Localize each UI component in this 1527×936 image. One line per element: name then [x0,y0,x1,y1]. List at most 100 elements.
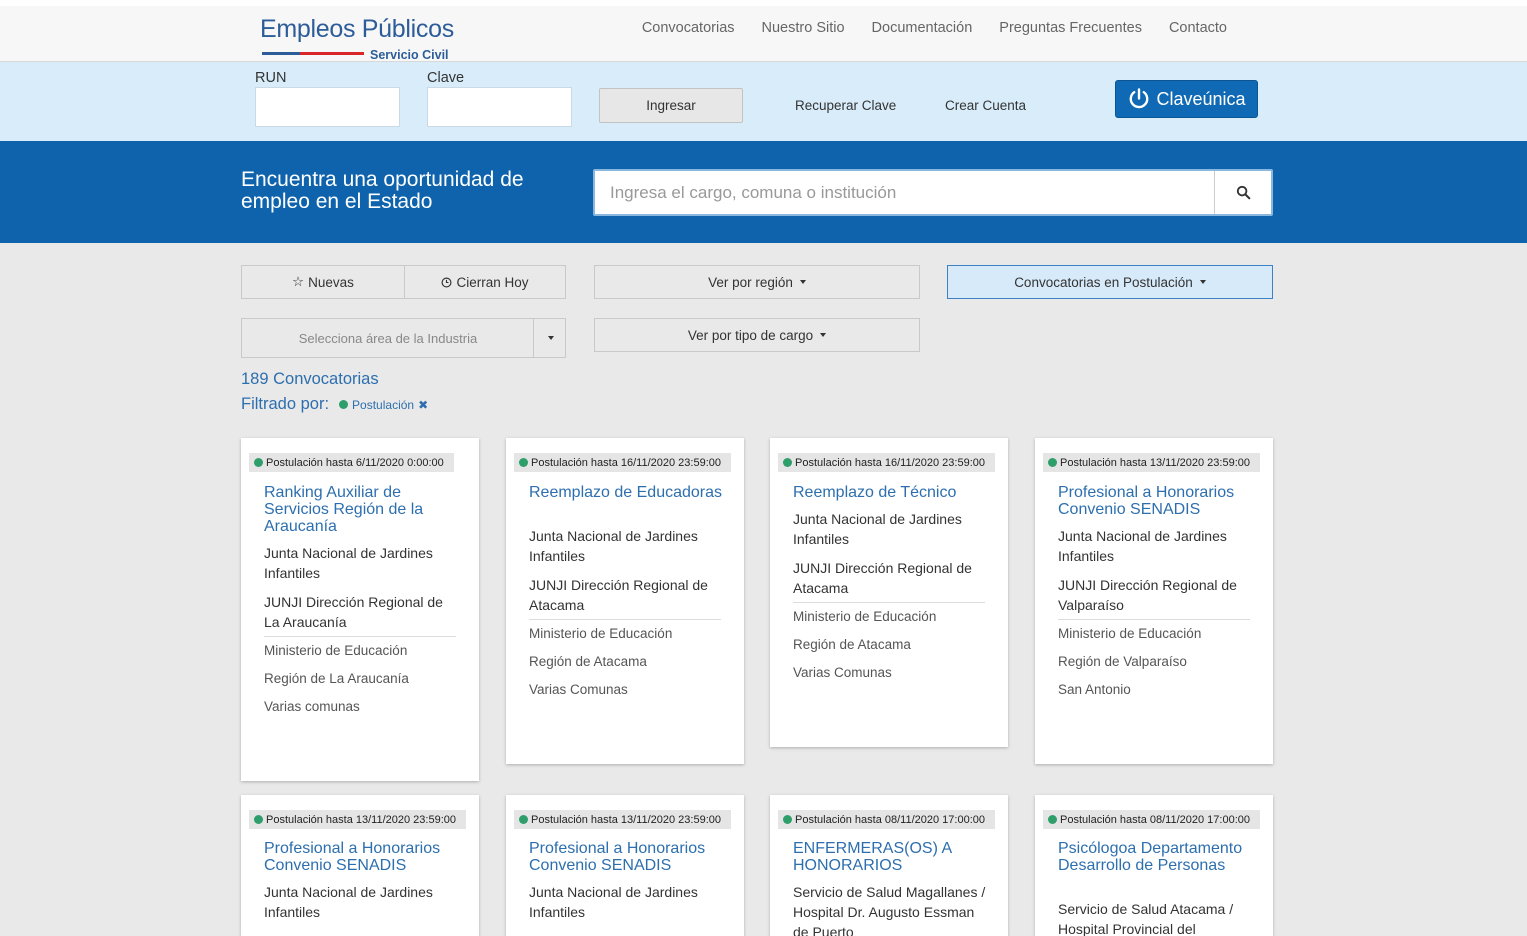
results-count: 189 Convocatorias [241,370,379,388]
caret-down-icon [548,336,554,340]
job-title[interactable]: Profesional a Honorarios Convenio SENADI… [1058,484,1258,518]
deadline-text: Postulación hasta 08/11/2020 17:00:00 [1060,813,1251,826]
job-card[interactable]: Postulación hasta 13/11/2020 23:59:00 Pr… [506,795,744,936]
status-dot-icon [254,815,263,824]
status-dot-icon [339,400,349,409]
region: Región de Atacama [793,637,911,652]
search-hero: Encuentra una oportunidad de empleo en e… [0,141,1527,243]
nav-nuestro-sitio[interactable]: Nuestro Sitio [762,20,845,36]
region: Región de Atacama [529,654,647,669]
region-dropdown-label: Ver por región [708,274,793,290]
deadline-badge: Postulación hasta 6/11/2020 0:00:00 [249,453,454,472]
search-icon [1236,185,1250,200]
commune: San Antonio [1058,682,1131,697]
claveunica-button[interactable]: Claveúnica [1115,80,1258,118]
search-input[interactable] [595,171,1215,214]
star-icon: ☆ [292,274,305,289]
recover-password-link[interactable]: Recuperar Clave [795,98,896,113]
job-title[interactable]: Ranking Auxiliar de Servicios Región de … [264,484,464,535]
nav-preguntas-frecuentes[interactable]: Preguntas Frecuentes [999,20,1142,36]
power-icon [1130,88,1149,109]
job-card[interactable]: Postulación hasta 08/11/2020 17:00:00 Ps… [1035,795,1273,936]
job-card[interactable]: Postulación hasta 13/11/2020 23:59:00 Pr… [1035,438,1273,764]
deadline-text: Postulación hasta 13/11/2020 23:59:00 [531,813,722,826]
job-type-label: Ver por tipo de cargo [687,327,814,343]
deadline-badge: Postulación hasta 16/11/2020 23:59:00 [778,453,996,472]
institution: Junta Nacional de Jardines Infantiles [264,545,433,581]
filter-closing-today-button[interactable]: Cierran Hoy [404,265,566,299]
nav-convocatorias[interactable]: Convocatorias [642,20,735,36]
commune: Varias comunas [264,699,360,714]
caret-down-icon [1199,280,1206,284]
department: JUNJI Dirección Regional de Valparaíso [1058,577,1237,613]
deadline-badge: Postulación hasta 13/11/2020 23:59:00 [1043,453,1261,472]
region-dropdown[interactable]: Ver por región [594,265,920,299]
divider [793,602,985,603]
deadline-text: Postulación hasta 13/11/2020 23:59:00 [1060,456,1251,469]
deadline-text: Postulación hasta 08/11/2020 17:00:00 [795,813,986,826]
status-dot-icon [1048,458,1057,467]
filter-tag-postulacion[interactable]: Postulación ✖ [339,398,428,412]
job-title[interactable]: Profesional a Honorarios Convenio SENADI… [264,840,464,874]
clave-label: Clave [427,70,465,86]
ministry: Ministerio de Educación [793,609,937,624]
status-dropdown[interactable]: Convocatorias en Postulación [947,265,1273,299]
industry-select[interactable]: Selecciona área de la Industria [241,318,566,358]
institution: Junta Nacional de Jardines Infantiles [529,884,698,920]
commune: Varias Comunas [793,665,892,680]
status-dot-icon [519,815,528,824]
nav-contacto[interactable]: Contacto [1169,20,1227,36]
ministry: Ministerio de Educación [1058,626,1202,641]
job-title[interactable]: ENFERMERAS(OS) A HONORARIOS [793,840,993,874]
deadline-badge: Postulación hasta 16/11/2020 23:59:00 [514,453,732,472]
deadline-badge: Postulación hasta 08/11/2020 17:00:00 [1043,810,1261,829]
top-navbar: Empleos Públicos Servicio Civil Convocat… [0,0,1527,62]
search-button[interactable] [1214,171,1271,214]
job-title[interactable]: Psicólogoa Departamento Desarrollo de Pe… [1058,840,1258,874]
deadline-text: Postulación hasta 16/11/2020 23:59:00 [795,456,986,469]
job-card[interactable]: Postulación hasta 16/11/2020 23:59:00 Re… [506,438,744,764]
ministry: Ministerio de Educación [529,626,673,641]
site-logo[interactable]: Empleos Públicos Servicio Civil [260,15,460,63]
search-box [593,169,1273,216]
job-card[interactable]: Postulación hasta 08/11/2020 17:00:00 EN… [770,795,1008,936]
industry-toggle[interactable] [533,319,565,357]
remove-filter-icon[interactable]: ✖ [418,398,428,412]
institution: Junta Nacional de Jardines Infantiles [1058,528,1227,564]
run-label: RUN [255,70,287,86]
login-bar: RUN Clave Ingresar Recuperar Clave Crear… [0,62,1527,141]
department: JUNJI Dirección Regional de Atacama [793,560,972,596]
job-card[interactable]: Postulación hasta 16/11/2020 23:59:00 Re… [770,438,1008,747]
institution: Junta Nacional de Jardines Infantiles [264,884,433,920]
filter-new-button[interactable]: ☆ Nuevas [241,265,405,299]
nav-documentacion[interactable]: Documentación [872,20,973,36]
clave-input[interactable] [427,87,572,127]
job-title[interactable]: Reemplazo de Técnico [793,484,993,501]
commune: Varias Comunas [529,682,628,697]
deadline-badge: Postulación hasta 13/11/2020 23:59:00 [249,810,467,829]
department: JUNJI Dirección Regional de La Araucanía [264,594,443,630]
status-dot-icon [783,815,792,824]
job-card[interactable]: Postulación hasta 13/11/2020 23:59:00 Pr… [241,795,479,936]
job-type-dropdown[interactable]: Ver por tipo de cargo [594,318,920,352]
logo-title: Empleos Públicos [260,15,454,43]
filter-new-label: Nuevas [308,274,354,290]
job-title[interactable]: Reemplazo de Educadoras [529,484,729,501]
hero-headline: Encuentra una oportunidad de empleo en e… [241,168,524,213]
caret-down-icon [820,333,827,337]
clock-icon [441,277,452,287]
run-input[interactable] [255,87,400,127]
filtered-by-label: Filtrado por: [241,395,330,413]
caret-down-icon [799,280,806,284]
create-account-link[interactable]: Crear Cuenta [945,98,1026,113]
deadline-badge: Postulación hasta 08/11/2020 17:00:00 [778,810,996,829]
status-dropdown-label: Convocatorias en Postulación [1014,274,1193,290]
login-button[interactable]: Ingresar [599,88,743,123]
job-card[interactable]: Postulación hasta 6/11/2020 0:00:00 Rank… [241,438,479,781]
institution: Servicio de Salud Atacama / Hospital Pro… [1058,901,1234,936]
job-title[interactable]: Profesional a Honorarios Convenio SENADI… [529,840,729,874]
active-filters: Filtrado por: Postulación ✖ [241,395,428,414]
claveunica-label: Claveúnica [1156,88,1246,109]
status-dot-icon [254,458,263,467]
logo-stripe [262,52,364,55]
